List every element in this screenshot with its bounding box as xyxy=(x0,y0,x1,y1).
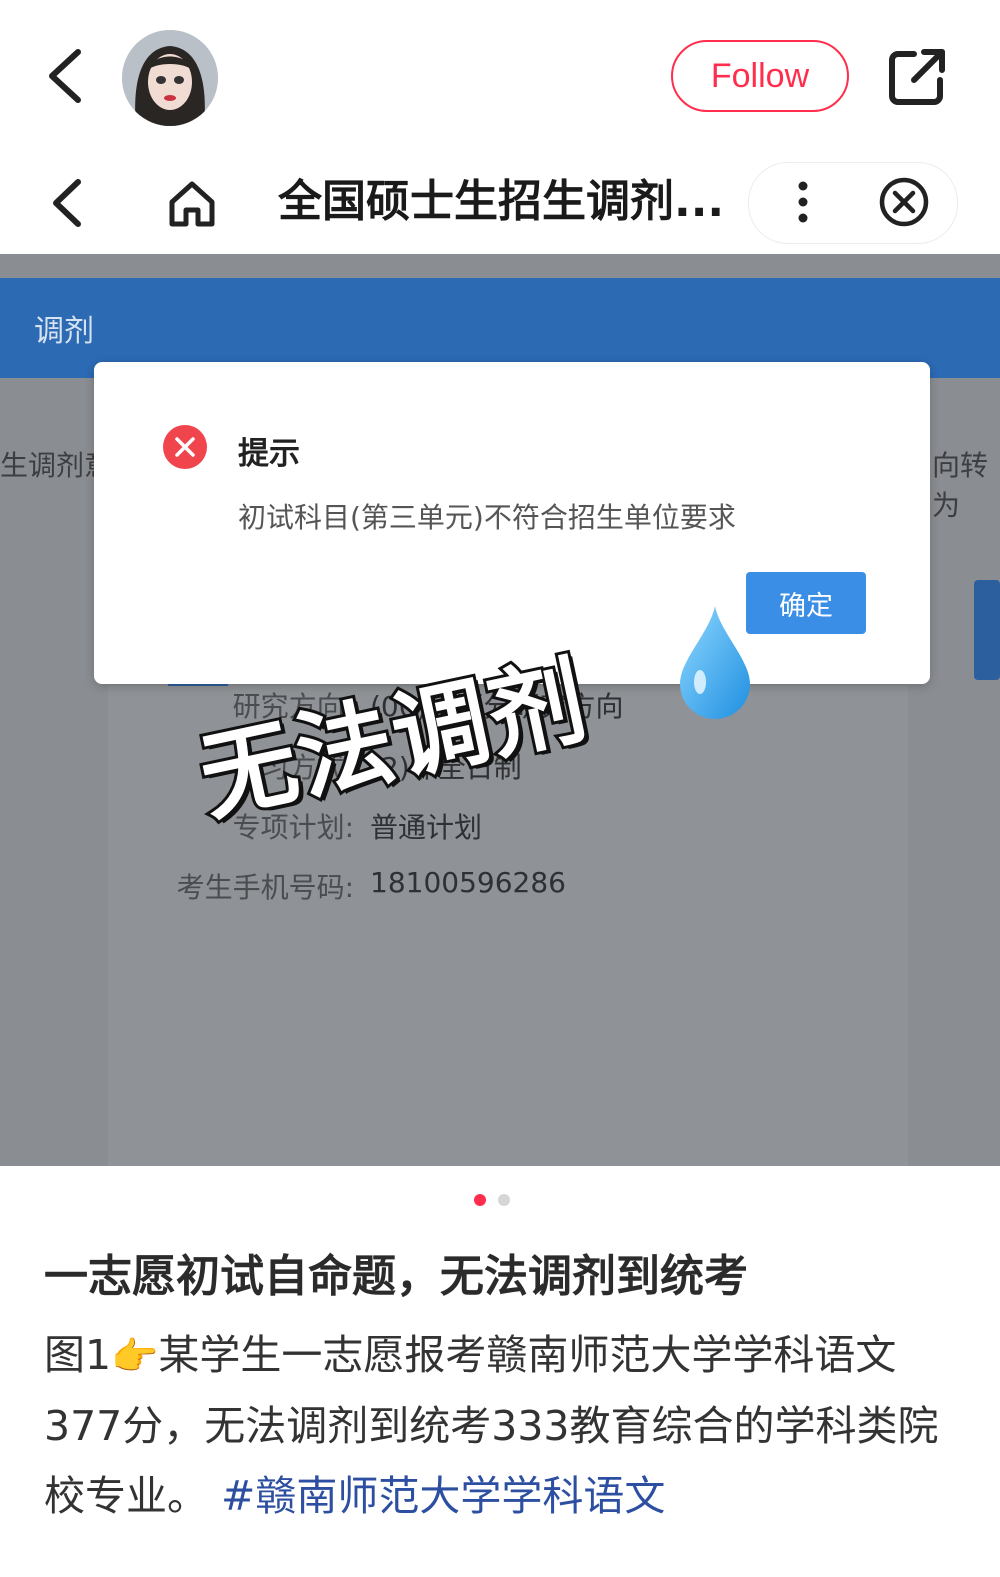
webview-close-button[interactable] xyxy=(878,176,930,228)
share-icon xyxy=(889,49,945,105)
home-icon xyxy=(169,181,215,227)
avatar[interactable] xyxy=(122,30,218,126)
avatar-image xyxy=(122,30,218,126)
form-value: 普通计划 xyxy=(370,811,483,844)
back-icon xyxy=(53,179,81,227)
webview-nav-bar: 全国硕士生招生调剂... xyxy=(0,150,1000,254)
form-row: 考生手机号码: 18100596286 xyxy=(0,866,1000,906)
close-icon xyxy=(879,177,929,227)
dialog-title: 提示 xyxy=(238,436,300,472)
share-button[interactable] xyxy=(884,44,950,110)
page-header-text: 调剂 xyxy=(34,314,94,349)
webview-back-button[interactable] xyxy=(44,176,92,230)
webview-title: 全国硕士生招生调剂... xyxy=(278,176,725,227)
error-icon xyxy=(162,424,208,470)
back-icon xyxy=(49,49,81,103)
dialog-message: 初试科目(第三单元)不符合招生单位要求 xyxy=(238,501,736,534)
post-body-prefix: 图1 xyxy=(44,1331,112,1379)
form-value: 18100596286 xyxy=(370,866,566,899)
confirm-button[interactable]: 确定 xyxy=(746,572,866,634)
more-icon xyxy=(798,181,808,223)
webview-more-button[interactable] xyxy=(783,178,823,226)
back-button[interactable] xyxy=(38,44,98,108)
post-image[interactable]: 全国硕士生招生调剂... 调剂 生调剂意 向转为 招生单位:(10390)集美大… xyxy=(0,150,1000,1166)
carousel-dot[interactable] xyxy=(498,1194,510,1206)
form-label: 考生手机号码: xyxy=(176,871,354,904)
follow-button[interactable]: Follow xyxy=(671,40,849,112)
water-drop-icon xyxy=(676,602,754,722)
hashtag-link[interactable]: #赣南师范大学学科语文 xyxy=(221,1472,665,1520)
pointing-hand-emoji: 👉 xyxy=(111,1334,159,1378)
webview-home-button[interactable] xyxy=(166,178,218,230)
post-title: 一志愿初试自命题，无法调剂到统考 xyxy=(44,1251,748,1302)
form-row: 专项计划: 普通计划 xyxy=(0,806,1000,846)
dimmed-page: 调剂 生调剂意 向转为 招生单位:(10390)集美大学院系所:(051)海洋文… xyxy=(0,254,1000,1166)
carousel-dot-active[interactable] xyxy=(474,1194,486,1206)
post-body: 图1👉某学生一志愿报考赣南师范大学学科语文377分，无法调剂到统考333教育综合… xyxy=(44,1320,964,1531)
